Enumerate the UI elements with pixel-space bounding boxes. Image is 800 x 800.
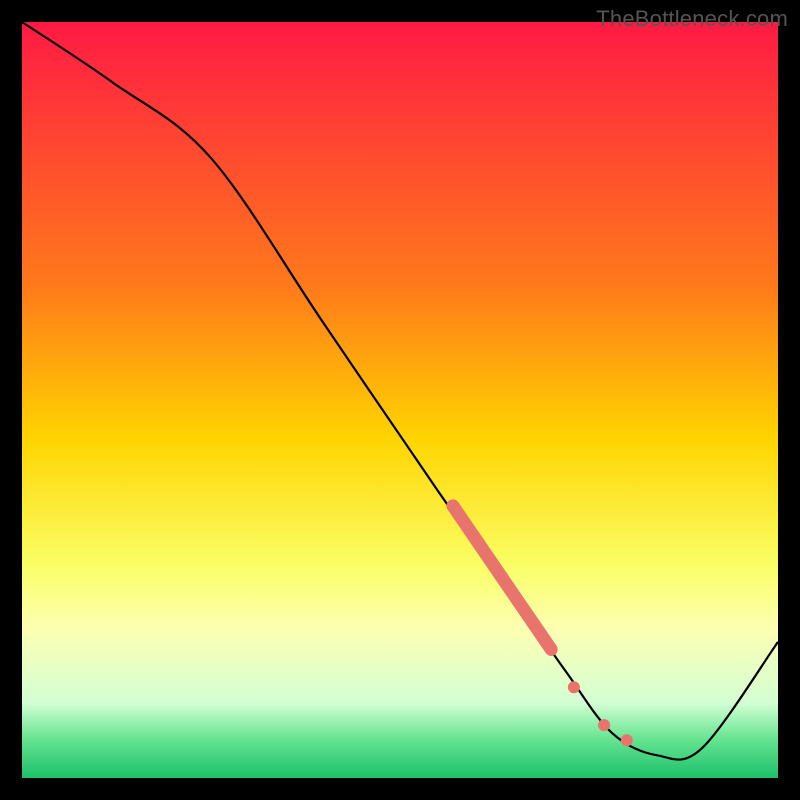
- plot-area: [22, 22, 778, 778]
- chart-svg: [0, 0, 800, 800]
- gradient-background: [22, 22, 778, 778]
- highlight-dot: [568, 681, 580, 693]
- highlight-dot: [598, 719, 610, 731]
- highlight-dot: [621, 734, 633, 746]
- chart-container: TheBottleneck.com: [0, 0, 800, 800]
- watermark-text: TheBottleneck.com: [596, 6, 788, 32]
